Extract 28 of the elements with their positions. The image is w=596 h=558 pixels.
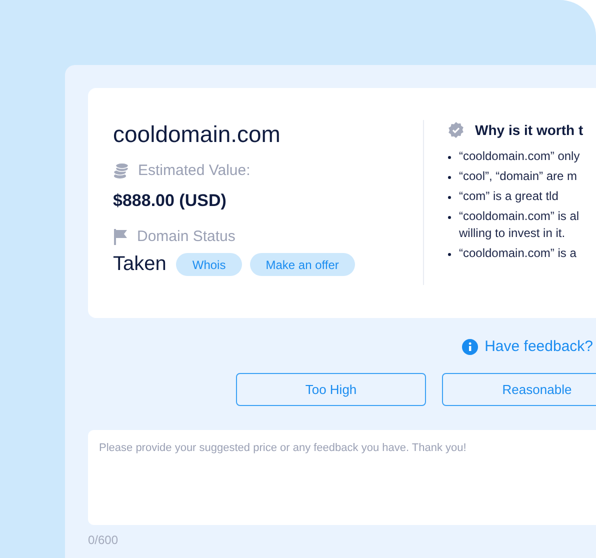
reason-text: “cooldomain.com” is a: [459, 245, 576, 262]
action-button[interactable]: Whois: [176, 253, 242, 276]
info-icon: [462, 338, 478, 354]
domain-status: Taken: [113, 253, 166, 276]
reason-text: “cooldomain.com” only: [459, 148, 580, 165]
bullet-icon: [448, 253, 451, 256]
coins-icon: [113, 162, 129, 178]
estimated-value-label: Estimated Value:: [138, 162, 250, 179]
bullet-icon: [448, 216, 451, 219]
rating-button[interactable]: Too High: [236, 373, 426, 406]
bullet-icon: [448, 156, 451, 159]
feedback-link[interactable]: Have feedback?: [484, 338, 593, 355]
feedback-field[interactable]: Please provide your suggested price or any feedback you have. Thank you!: [88, 430, 596, 525]
character-counter: 0/600: [88, 533, 120, 547]
reasons-heading: Why is it worth t: [475, 122, 584, 138]
rating-button[interactable]: Reasonable: [442, 373, 596, 406]
reason-text: “cooldomain.com” is al: [459, 208, 580, 225]
bullet-icon: [448, 196, 451, 199]
domain-name: cooldomain.com: [113, 120, 282, 148]
estimated-value: $888.00 (USD): [113, 191, 228, 211]
flag-icon: [113, 228, 128, 244]
action-button[interactable]: Make an offer: [250, 253, 355, 276]
check-badge-icon: [448, 122, 464, 138]
reason-text: “com” is a great tld: [459, 188, 558, 205]
domain-status-label: Domain Status: [137, 228, 236, 245]
reason-text: “cool”, “domain” are m: [459, 168, 578, 185]
reason-text: willing to invest in it.: [459, 225, 566, 242]
bullet-icon: [448, 176, 451, 179]
